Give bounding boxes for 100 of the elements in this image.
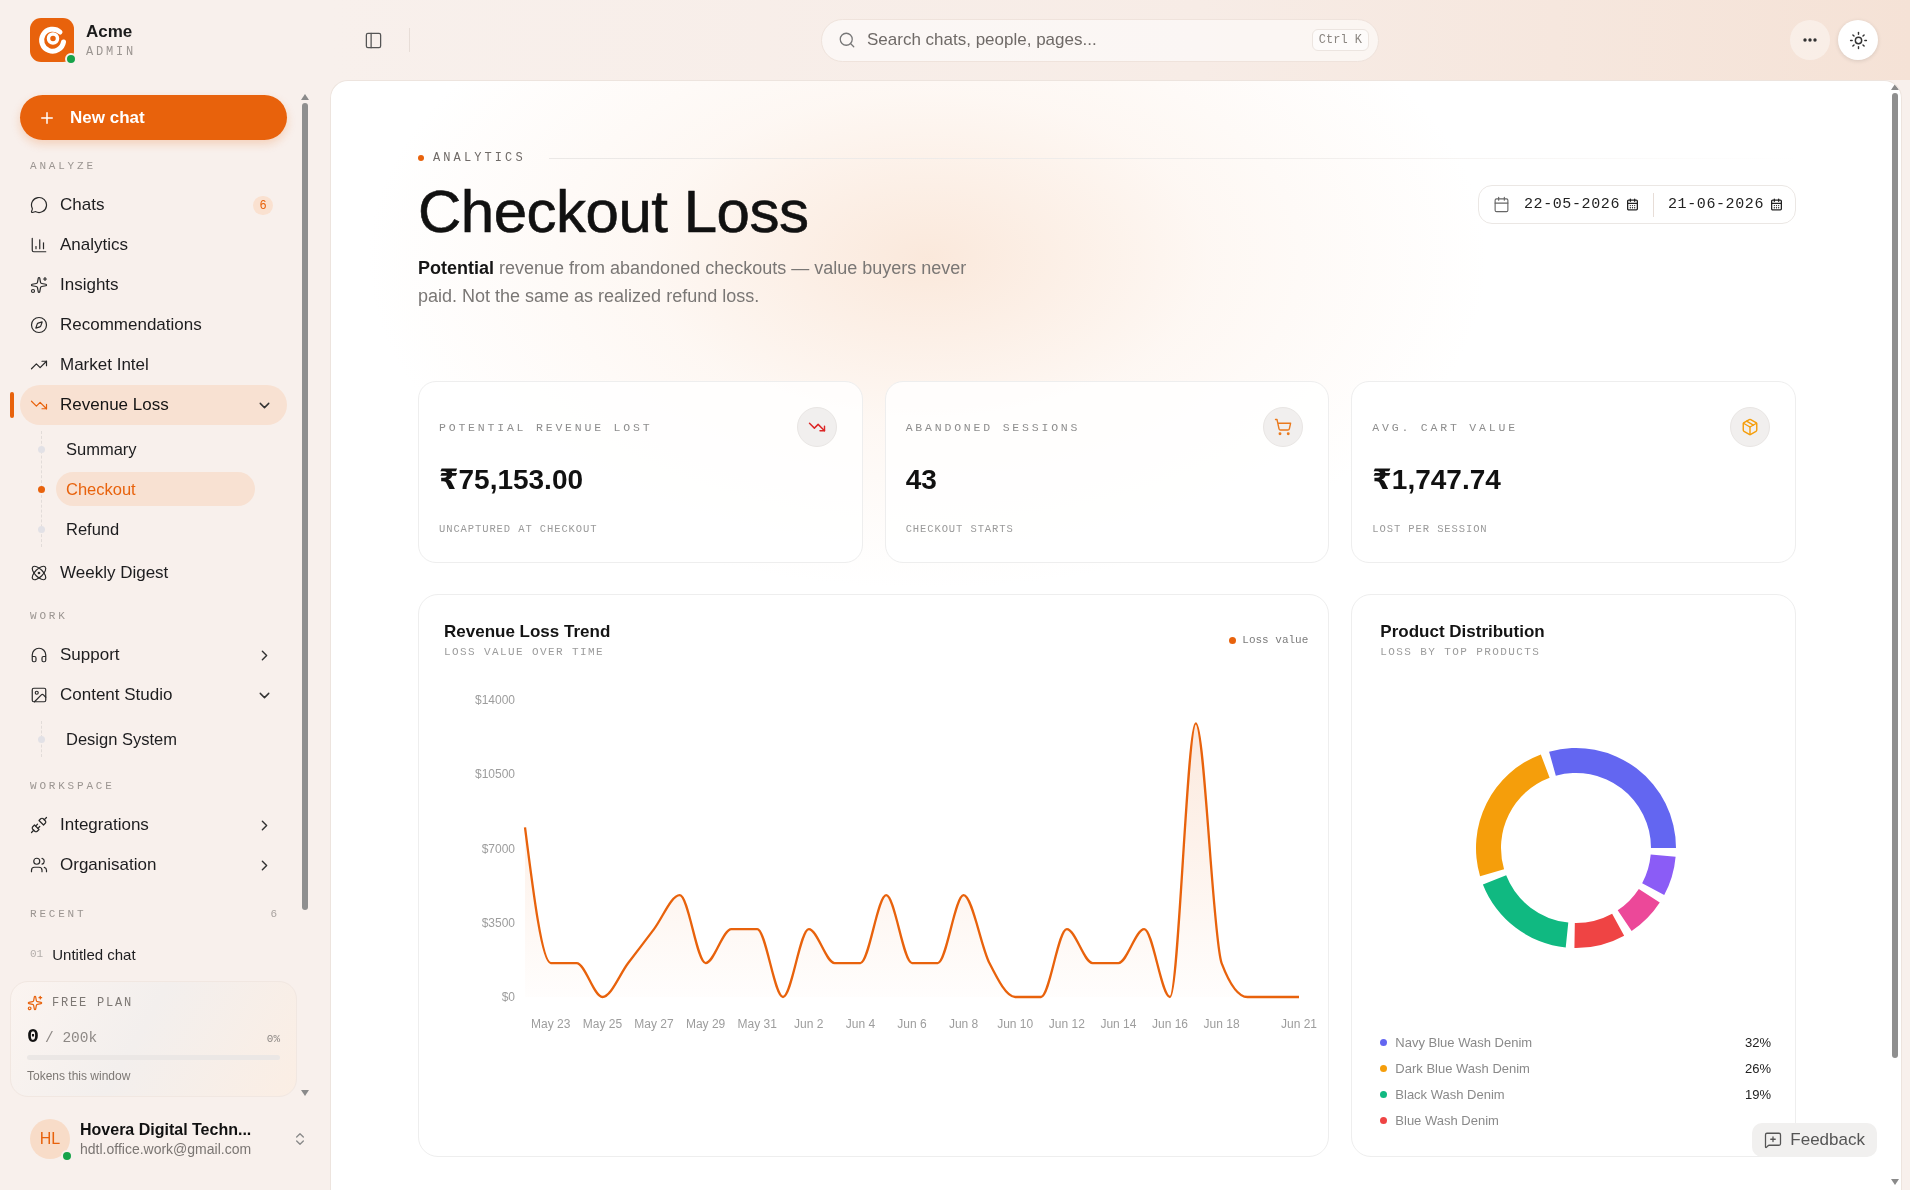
sun-icon [1848, 30, 1868, 50]
nav-subitem[interactable]: Design System [56, 722, 255, 756]
chat-bubble-icon [30, 196, 48, 214]
stat-value: ₹1,747.74 [1372, 464, 1502, 496]
nav-subitem[interactable]: Summary [56, 432, 255, 466]
stat-caption: LOST PER SESSION [1372, 523, 1489, 535]
eyebrow-label: ANALYTICS [433, 151, 526, 165]
section-label: RECENT [30, 907, 87, 921]
page-title: Checkout Loss [418, 180, 810, 244]
theme-toggle-button[interactable] [1838, 20, 1878, 60]
nav-item[interactable]: Integrations [20, 805, 287, 845]
stat-caption: CHECKOUT STARTS [905, 523, 1015, 535]
scroll-down-icon[interactable] [1891, 1179, 1899, 1185]
card-title: Product Distribution [1380, 621, 1546, 643]
calendar-icon [1626, 198, 1639, 211]
recent-count: 6 [270, 907, 277, 921]
section-label: WORK [29, 609, 69, 623]
legend-label: Blue Wash Denim [1395, 1112, 1499, 1128]
card-title: Revenue Loss Trend [444, 621, 611, 643]
message-plus-icon [1764, 1131, 1783, 1149]
legend-share: 19% [1744, 1086, 1771, 1102]
dot-icon [418, 155, 424, 161]
avatar: HL [30, 1119, 70, 1159]
page-description: Potential revenue from abandoned checkouts — value buyers never paid. Not the same as realized refund loss. [418, 257, 968, 308]
axis-tick-label: $3500 [481, 915, 515, 930]
legend-share: 26% [1744, 1060, 1771, 1076]
nav-item[interactable]: Chats 6 [20, 185, 287, 225]
scroll-up-icon[interactable] [301, 94, 309, 100]
stat-value: 43 [905, 464, 938, 496]
token-limit: / 200k [45, 1030, 98, 1046]
panel-icon [363, 30, 383, 50]
date-field[interactable]: 22-05-2026 [1523, 196, 1639, 213]
axis-tick-label: Jun 12 [1048, 1017, 1085, 1031]
axis-tick-label: Jun 2 [794, 1017, 824, 1031]
feedback-button[interactable]: Feedback [1752, 1123, 1877, 1157]
nav-item[interactable]: Support [20, 635, 287, 675]
more-button[interactable] [1790, 20, 1830, 60]
nav-item[interactable]: Organisation [20, 845, 287, 885]
card-subtitle: LOSS VALUE OVER TIME [444, 646, 606, 658]
plan-label: FREE PLAN [52, 996, 133, 1010]
search-icon [838, 30, 856, 49]
scrollbar-thumb[interactable] [1892, 93, 1898, 1058]
axis-tick-label: Jun 21 [1281, 1017, 1317, 1031]
card-subtitle: LOSS BY TOP PRODUCTS [1380, 646, 1542, 658]
image-icon [30, 686, 48, 704]
logo-icon [30, 18, 74, 62]
axis-tick-label: May 29 [685, 1017, 726, 1031]
headphones-icon [30, 646, 48, 664]
box-icon [1730, 407, 1770, 447]
sparkle-icon [27, 995, 43, 1011]
nav-item[interactable]: Market Intel [20, 345, 287, 385]
cart-icon [1263, 407, 1304, 447]
user-email: hdtl.office.work@gmail.com [80, 1141, 253, 1157]
legend-label: Black Wash Denim [1395, 1086, 1505, 1102]
scrollbar-thumb[interactable] [302, 103, 308, 910]
axis-tick-label: $10500 [474, 767, 515, 782]
legend-share: 32% [1744, 1034, 1771, 1050]
axis-tick-label: Jun 4 [845, 1017, 876, 1031]
scroll-down-icon[interactable] [301, 1090, 309, 1096]
axis-tick-label: May 23 [531, 1017, 571, 1031]
active-indicator [10, 392, 14, 418]
axis-tick-label: May 27 [634, 1017, 674, 1031]
legend-label: Loss value [1242, 634, 1309, 646]
axis-tick-label: Jun 14 [1100, 1017, 1137, 1031]
stat-caption: UNCAPTURED AT CHECKOUT [439, 523, 599, 535]
axis-tick-label: Jun 18 [1203, 1017, 1240, 1031]
compass-icon [30, 316, 48, 334]
stat-label: AVG. CART VALUE [1372, 420, 1518, 434]
axis-tick-label: May 31 [737, 1017, 777, 1031]
calendar-icon [1770, 198, 1783, 211]
axis-tick-label: $7000 [481, 841, 515, 856]
brand-role: ADMIN [86, 44, 136, 59]
user-name: Hovera Digital Techn... [80, 1121, 253, 1139]
token-count: 0 [27, 1025, 39, 1048]
date-field[interactable]: 21-06-2026 [1668, 196, 1783, 213]
scroll-up-icon[interactable] [1891, 84, 1899, 90]
nav-item[interactable]: Insights [20, 265, 287, 305]
count-badge: 6 [253, 195, 273, 215]
plan-caption: Tokens this window [27, 1069, 132, 1083]
recent-chat[interactable]: 01 Untitled chat [20, 939, 287, 969]
plug-icon [30, 816, 48, 834]
brand-name: Acme [86, 21, 134, 42]
section-label: WORKSPACE [29, 779, 116, 793]
nav-item[interactable]: Analytics [20, 225, 287, 265]
bar-chart-icon [30, 236, 48, 254]
trend-down-icon [796, 407, 837, 447]
axis-tick-label: Jun 8 [948, 1017, 979, 1031]
more-icon [1803, 38, 1817, 42]
nav-item[interactable]: Weekly Digest [20, 553, 287, 593]
nav-item[interactable]: Content Studio [20, 675, 287, 715]
axis-tick-label: Jun 16 [1152, 1017, 1188, 1031]
axis-tick-label: $0 [501, 990, 515, 1004]
atom-icon [30, 564, 48, 582]
recent-title: Untitled chat [52, 945, 136, 963]
nav-subitem[interactable]: Refund [56, 512, 255, 546]
stat-label: POTENTIAL REVENUE LOST [439, 420, 653, 434]
section-label: ANALYZE [29, 159, 97, 173]
axis-tick-label: May 25 [582, 1017, 623, 1031]
nav-item[interactable]: Recommendations [20, 305, 287, 345]
axis-tick-label: Jun 6 [897, 1017, 927, 1031]
